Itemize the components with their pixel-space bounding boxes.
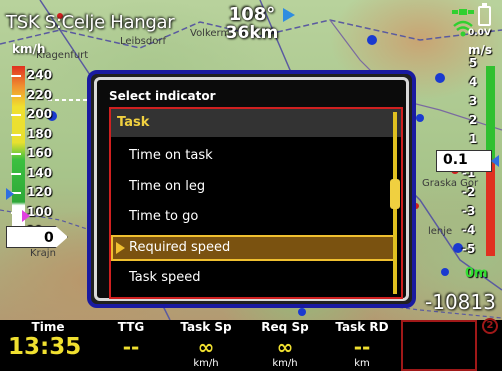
bearing-display: 108° 36km xyxy=(222,4,282,43)
vario-tick-label: 4 xyxy=(469,75,478,89)
infobox-required-speed[interactable]: Req Sp ∞ km/h xyxy=(246,320,324,371)
list-item[interactable]: Time on leg xyxy=(111,174,397,200)
infobox-label: TTG xyxy=(117,320,145,334)
list-item[interactable]: Time to go xyxy=(111,204,397,230)
speed-tick-label: 200 xyxy=(10,107,53,121)
map-label: lenje xyxy=(428,226,453,237)
infobox-task-rd[interactable]: Task RD -- km xyxy=(324,320,400,371)
list-scrollbar-thumb[interactable] xyxy=(390,179,400,209)
infobox-value: -- xyxy=(353,335,371,359)
vario-bottom-reading: 0m xyxy=(465,266,488,281)
infobox-empty-slot[interactable] xyxy=(401,320,477,371)
dialog-panel: Select indicator Task Time on task Time o… xyxy=(94,77,409,301)
infobox-label: Req Sp xyxy=(261,320,309,334)
map-label: Leibsdorf xyxy=(120,36,166,47)
vario-tick-label: 1 xyxy=(469,132,478,146)
list-item-label: Time to go xyxy=(129,209,199,224)
indicator-list[interactable]: Task Time on task Time on leg Time to go Re… xyxy=(109,107,403,299)
list-item-selected[interactable]: Required speed xyxy=(111,234,397,261)
speed-target-marker-icon xyxy=(6,188,14,200)
infobox-value: -- xyxy=(122,335,140,359)
infobox-value: ∞ xyxy=(197,335,215,359)
map-label: Krajn xyxy=(30,248,56,259)
task-title[interactable]: TSK S:Celje Hangar xyxy=(6,12,175,33)
bearing-degrees: 108° xyxy=(228,4,276,25)
vario-marker-icon xyxy=(491,155,499,167)
infobox-label: Task Sp xyxy=(180,320,232,334)
battery-voltage: 0.0V xyxy=(468,28,491,38)
bearing-distance: 36km xyxy=(225,23,279,43)
list-item-label: Required speed xyxy=(129,239,231,255)
list-category-header[interactable]: Task xyxy=(111,109,401,137)
speed-tick-label: 180 xyxy=(10,126,53,141)
infobox-task-speed[interactable]: Task Sp ∞ km/h xyxy=(166,320,246,371)
infobox-time[interactable]: Time 13:35 xyxy=(0,320,96,371)
speed-tick-label: 120 xyxy=(10,185,53,199)
glide-computer-screen: Leibsdorf Volkerm Klagenfurt Graska Gor … xyxy=(0,0,502,371)
vario-tick-label: 3 xyxy=(469,94,478,108)
vario-tick-label: 2 xyxy=(469,113,478,127)
infobox-value: 13:35 xyxy=(8,334,82,360)
speed-tick-label: 100 xyxy=(10,204,53,219)
infobox-unit: km/h xyxy=(193,358,219,369)
infobox-value: ∞ xyxy=(276,335,294,359)
battery-icon xyxy=(478,3,491,26)
vario-tick-label: -5 xyxy=(462,242,476,256)
vario-tick-label: -2 xyxy=(462,185,476,199)
infobox-label: Task RD xyxy=(335,320,389,334)
vario-unit: m/s xyxy=(468,43,493,57)
infobox-unit: km xyxy=(354,358,370,369)
vario-tick-label: -3 xyxy=(462,204,476,218)
infobox-label: Time xyxy=(31,320,65,334)
speed-tick-label: 240 xyxy=(10,68,53,82)
vario-current-value: 0.1 xyxy=(443,152,468,168)
speed-pointer xyxy=(6,226,68,248)
infobox-ttg[interactable]: TTG -- xyxy=(96,320,166,371)
list-item-label: Time on leg xyxy=(129,178,206,194)
vario-tick-label: -4 xyxy=(462,223,476,237)
dialog-title: Select indicator xyxy=(109,89,216,103)
speed-tick-label: 220 xyxy=(10,87,53,102)
speed-current-value: 0 xyxy=(44,230,54,246)
list-item-label: Time on task xyxy=(129,148,213,163)
list-item[interactable]: Time on task xyxy=(111,143,397,169)
list-item[interactable]: Task speed xyxy=(111,265,397,291)
speed-unit: km/h xyxy=(12,42,46,56)
vario-tick-label: 5 xyxy=(469,56,478,70)
speed-tick-label: 140 xyxy=(10,165,53,180)
bearing-arrow-icon xyxy=(283,8,295,22)
select-indicator-dialog: Select indicator Task Time on task Time o… xyxy=(87,70,416,308)
list-category-label: Task xyxy=(117,115,150,130)
altitude-readout: -10813 xyxy=(425,290,496,314)
speed-tick-label: 160 xyxy=(10,146,53,160)
infobox-page-badge[interactable]: 2 xyxy=(482,318,498,334)
speed-command-marker-icon xyxy=(22,210,30,222)
infobox-unit: km/h xyxy=(272,358,298,369)
list-item-label: Task speed xyxy=(129,270,201,285)
